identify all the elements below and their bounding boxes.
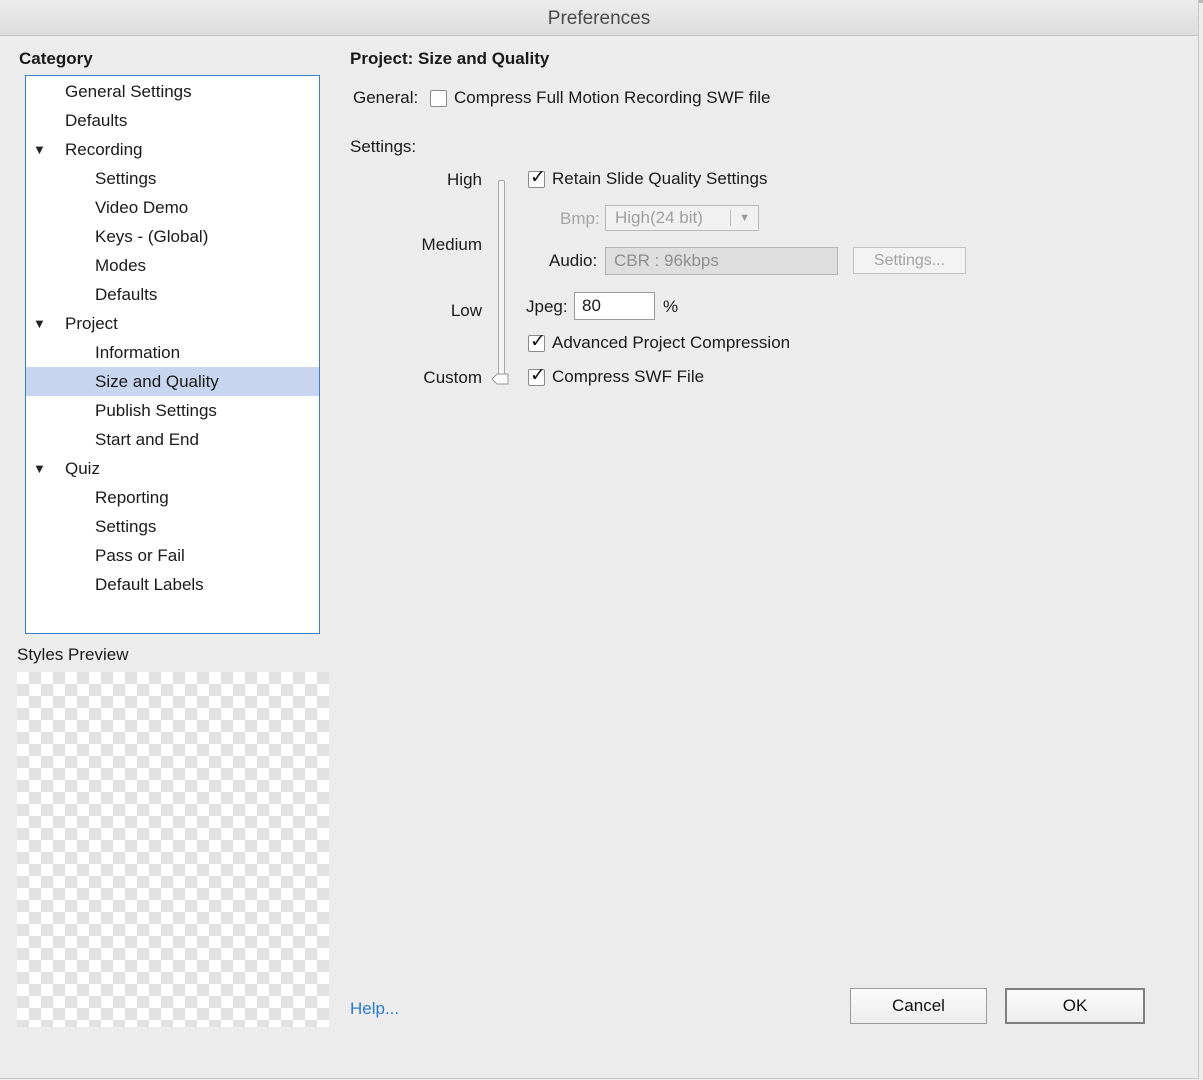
bmp-select-divider [730,210,731,226]
category-item-label: Defaults [95,285,158,304]
checkmark-icon: ✓ [530,167,546,188]
category-item[interactable]: Size and Quality [26,367,319,396]
audio-field: CBR : 96kbps [605,247,838,275]
quality-slider-track[interactable] [498,180,505,378]
category-item-label: Start and End [95,430,199,449]
checkmark-icon: ✓ [530,331,546,352]
jpeg-label: Jpeg: [526,297,568,316]
retain-quality-checkbox[interactable]: ✓ [528,167,546,188]
disclosure-triangle-icon[interactable]: ▼ [33,135,46,164]
window-title: Preferences [0,3,1198,36]
category-item[interactable]: Keys - (Global) [26,222,319,251]
category-item-label: Modes [95,256,147,275]
category-item[interactable]: ▼ Recording [26,135,319,164]
category-item[interactable]: Defaults [26,280,319,309]
category-item-label: Pass or Fail [95,546,185,565]
category-item[interactable]: ▼ Project [26,309,319,338]
bmp-select[interactable]: High(24 bit) ▼ [605,205,759,231]
category-item-label: Publish Settings [95,401,217,420]
category-item[interactable]: Start and End [26,425,319,454]
bmp-label: Bmp: [560,209,600,228]
disclosure-triangle-icon[interactable]: ▼ [33,309,46,338]
jpeg-unit: % [663,297,679,316]
category-item-label: General Settings [65,82,192,101]
preferences-dialog: Preferences Category General Settings Def… [0,0,1199,1079]
general-label: General: [353,88,419,107]
category-item-label: Keys - (Global) [95,227,209,246]
category-item[interactable]: Publish Settings [26,396,319,425]
styles-preview-canvas [17,672,329,1027]
category-item-label: Quiz [65,459,100,478]
compress-fmr-checkbox[interactable] [430,90,447,107]
category-item[interactable]: Default Labels [26,570,319,599]
advanced-compression-label[interactable]: Advanced Project Compression [552,333,790,353]
category-item[interactable]: Settings [26,164,319,193]
compress-swf-checkbox[interactable]: ✓ [528,365,546,386]
category-item[interactable]: Video Demo [26,193,319,222]
category-item-label: Size and Quality [95,372,219,391]
help-link[interactable]: Help... [350,999,399,1019]
slider-level-high: High [447,170,482,189]
bmp-select-value: High(24 bit) [615,208,703,227]
category-item[interactable]: Information [26,338,319,367]
compress-swf-label[interactable]: Compress SWF File [552,367,704,387]
category-item-label: Settings [95,169,157,188]
category-item[interactable]: Modes [26,251,319,280]
category-item-label: Settings [95,517,157,536]
jpeg-quality-input[interactable]: 80 [574,292,655,320]
category-item-label: Reporting [95,488,169,507]
category-item-label: Project [65,314,118,333]
category-item[interactable]: Reporting [26,483,319,512]
category-tree[interactable]: General Settings Defaults ▼ Recording Settin… [25,75,320,634]
disclosure-triangle-icon[interactable]: ▼ [33,454,46,483]
category-item-label: Default Labels [95,575,204,594]
category-item[interactable]: Defaults [26,106,319,135]
advanced-compression-checkbox[interactable]: ✓ [528,331,546,352]
slider-level-low: Low [450,301,482,320]
category-item-label: Defaults [65,111,128,130]
category-item[interactable]: General Settings [26,77,319,106]
category-heading: Category [19,49,93,68]
panel-title: Project: Size and Quality [350,49,550,68]
slider-level-medium: Medium [421,235,482,254]
slider-level-custom: Custom [423,368,482,387]
audio-label: Audio: [549,251,598,270]
category-item-label: Video Demo [95,198,189,217]
styles-preview-label: Styles Preview [17,645,129,664]
cancel-button[interactable]: Cancel [850,988,987,1024]
retain-quality-label[interactable]: Retain Slide Quality Settings [552,169,767,189]
settings-label: Settings: [350,137,417,156]
ok-button[interactable]: OK [1005,988,1145,1024]
category-item[interactable]: ▼ Quiz [26,454,319,483]
chevron-down-icon: ▼ [739,212,750,224]
audio-settings-button[interactable]: Settings... [853,247,966,274]
category-item[interactable]: Pass or Fail [26,541,319,570]
checkmark-icon: ✓ [530,365,546,386]
category-item-label: Recording [65,140,143,159]
category-item-label: Information [95,343,181,362]
quality-slider-thumb[interactable] [490,369,510,389]
category-item[interactable]: Settings [26,512,319,541]
compress-fmr-label[interactable]: Compress Full Motion Recording SWF file [454,88,770,108]
